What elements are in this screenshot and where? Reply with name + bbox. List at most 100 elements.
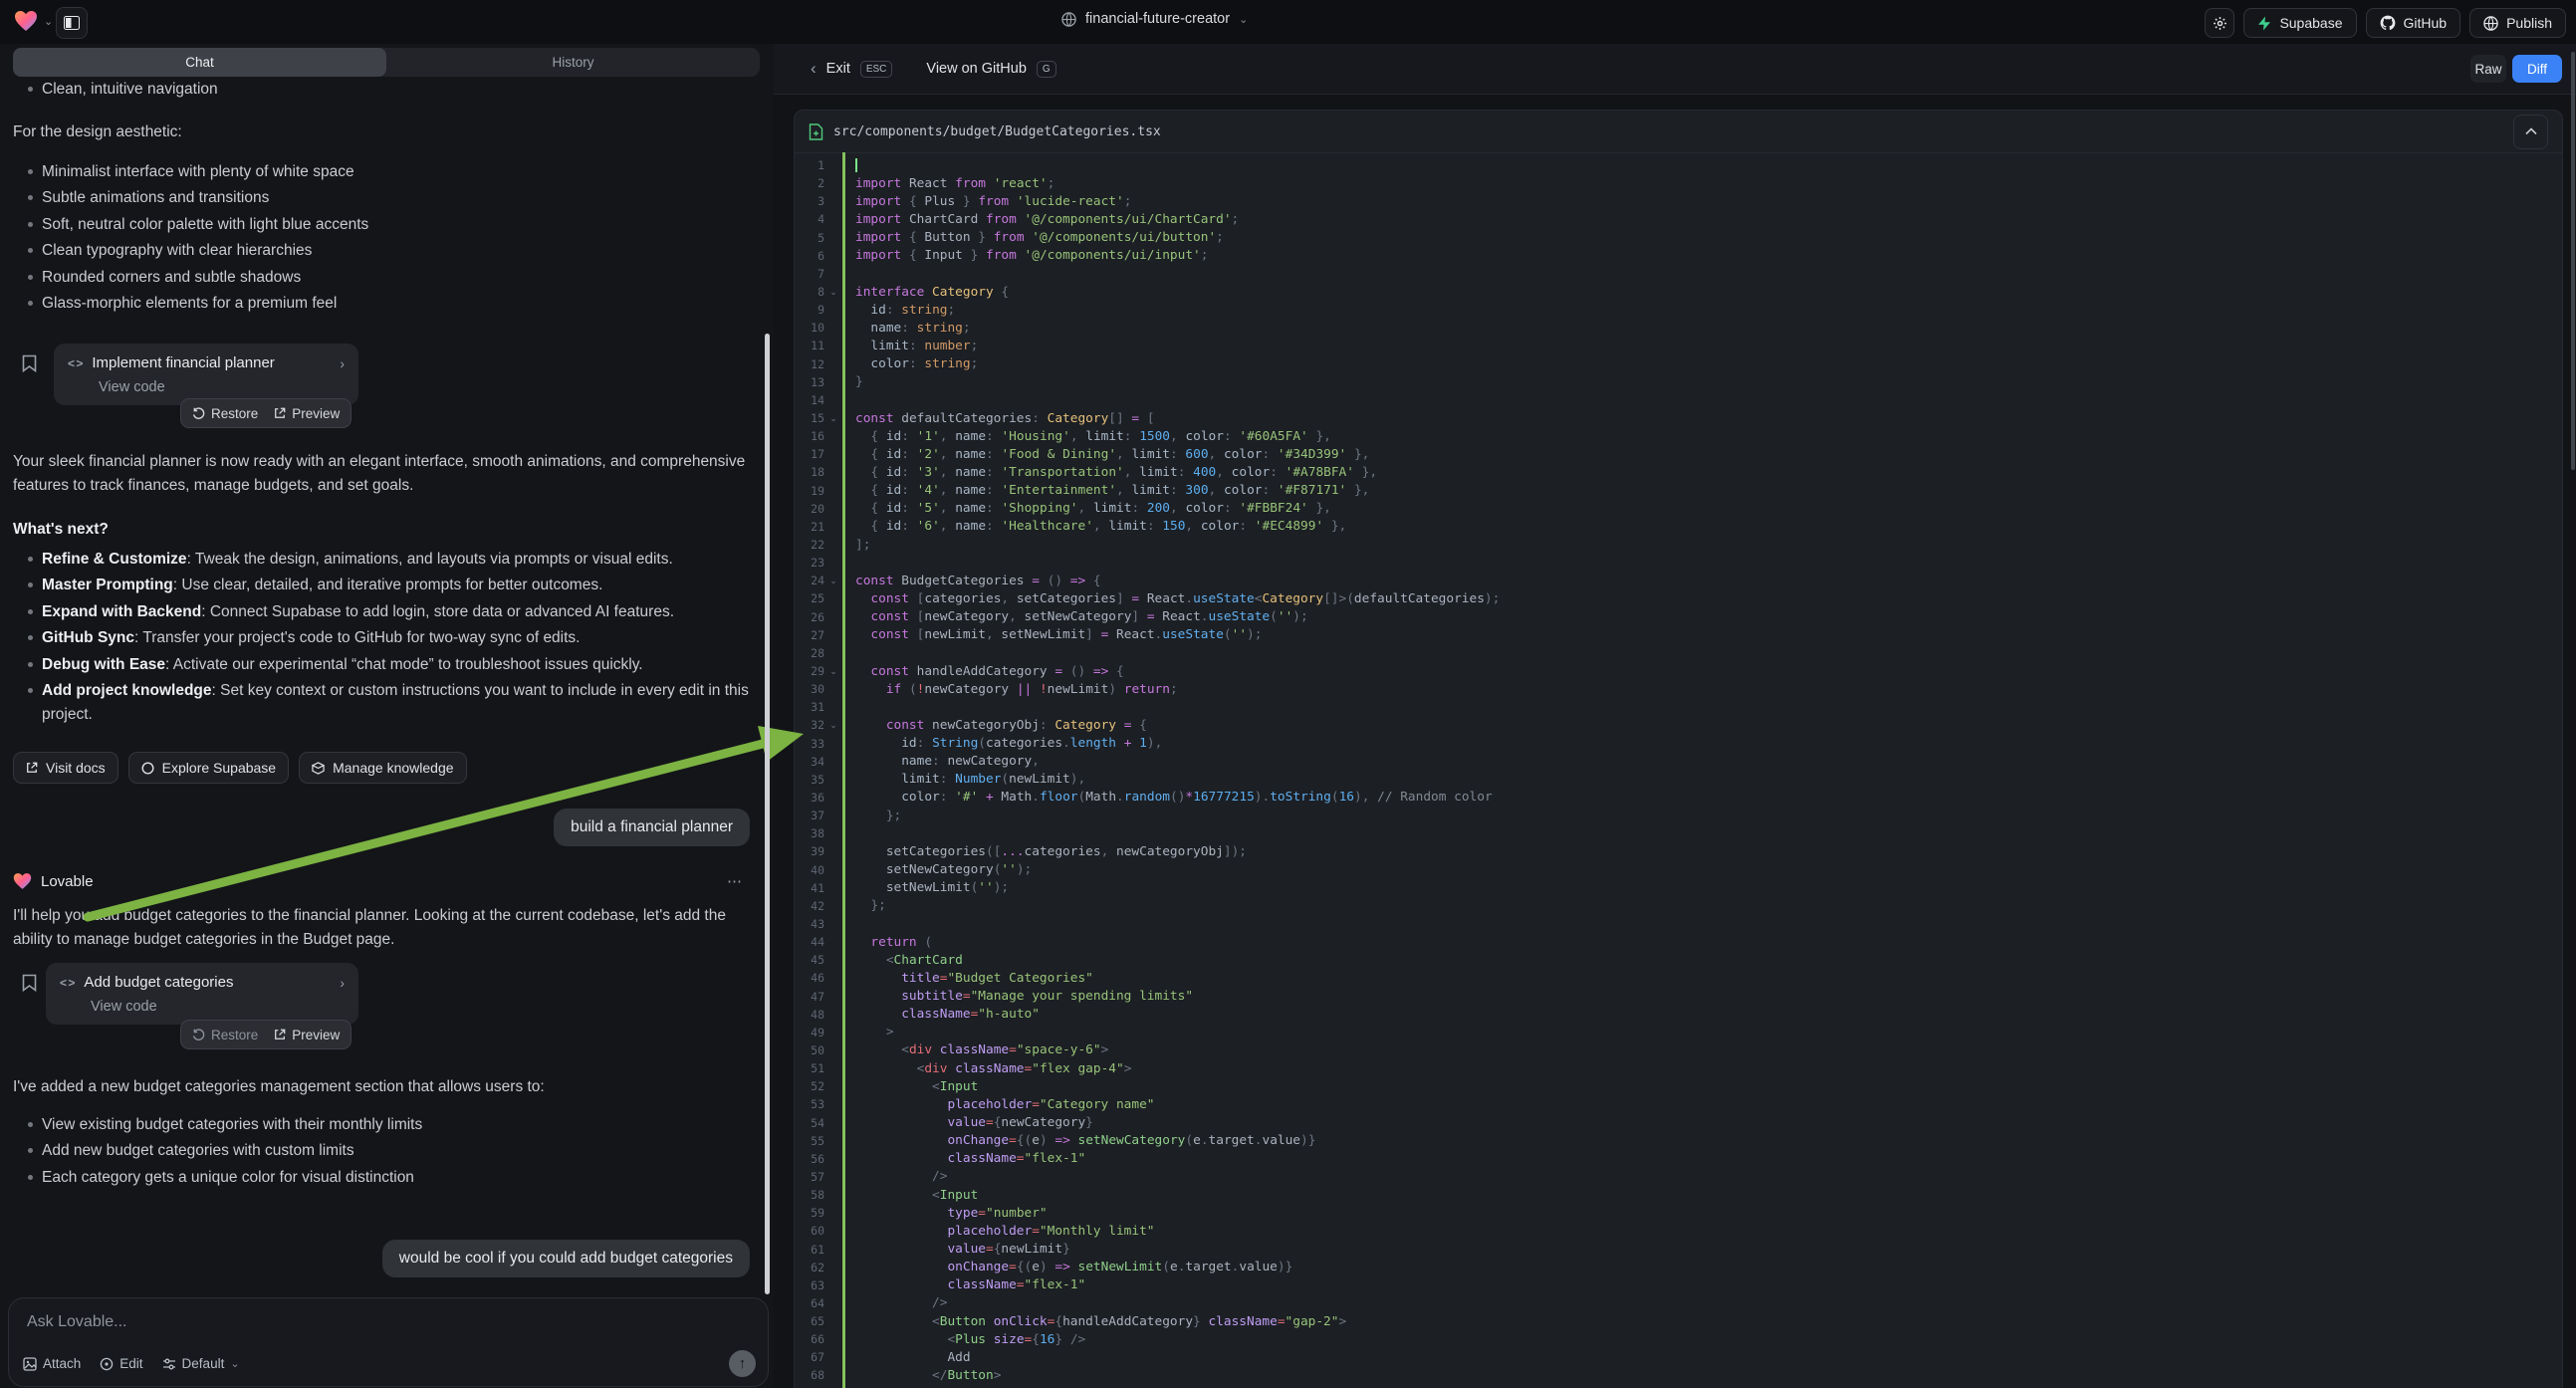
restore-button[interactable]: Restore bbox=[192, 406, 258, 421]
code-line: 15⌄const defaultCategories: Category[] =… bbox=[795, 409, 2562, 427]
line-number: 28 bbox=[795, 646, 824, 660]
user-message: would be cool if you could add budget ca… bbox=[382, 1240, 750, 1277]
restore-button[interactable]: Restore bbox=[192, 1028, 258, 1042]
preview-label: Preview bbox=[292, 406, 340, 421]
exit-button[interactable]: Exit bbox=[826, 61, 850, 77]
lovable-heart-icon bbox=[14, 10, 38, 32]
line-number: 2 bbox=[795, 176, 824, 190]
chat-panel: Chat History Clean, intuitive navigation… bbox=[0, 44, 774, 1388]
explore-supabase-label: Explore Supabase bbox=[162, 760, 276, 776]
code-line: 68 </Button> bbox=[795, 1366, 2562, 1384]
publish-label: Publish bbox=[2506, 15, 2552, 31]
restore-icon bbox=[192, 407, 205, 420]
code-line: 52 <Input bbox=[795, 1077, 2562, 1095]
line-number: 11 bbox=[795, 339, 824, 352]
fold-chevron-icon[interactable]: ⌄ bbox=[824, 576, 842, 585]
code-line: 21 { id: '6', name: 'Healthcare', limit:… bbox=[795, 518, 2562, 536]
code-line: 25 const [categories, setCategories] = R… bbox=[795, 589, 2562, 607]
attach-button[interactable]: Attach bbox=[23, 1356, 81, 1371]
line-number: 14 bbox=[795, 393, 824, 407]
code-editor[interactable]: 12import React from 'react';3import { Pl… bbox=[795, 152, 2562, 1388]
line-number: 23 bbox=[795, 556, 824, 570]
mode-label: Default bbox=[182, 1356, 225, 1371]
view-on-github-button[interactable]: View on GitHub bbox=[926, 61, 1026, 77]
assistant-header: Lovable ⋯ bbox=[13, 872, 744, 890]
collapse-file-button[interactable] bbox=[2513, 115, 2548, 149]
bookmark-icon[interactable] bbox=[22, 354, 37, 372]
code-line: 37 }; bbox=[795, 807, 2562, 824]
line-number: 52 bbox=[795, 1079, 824, 1093]
code-line: 19 { id: '4', name: 'Entertainment', lim… bbox=[795, 482, 2562, 500]
preview-button[interactable]: Preview bbox=[274, 406, 340, 421]
tab-chat[interactable]: Chat bbox=[13, 48, 386, 77]
item-lead: Expand with Backend bbox=[42, 603, 201, 620]
version-card-implement[interactable]: < > Implement financial planner › View c… bbox=[54, 344, 358, 405]
view-code-link[interactable]: View code bbox=[91, 999, 345, 1015]
list-item: Debug with Ease: Activate our experiment… bbox=[13, 653, 752, 676]
list-item: Rounded corners and subtle shadows bbox=[13, 266, 758, 289]
toggle-sidebar-button[interactable] bbox=[56, 7, 88, 39]
fold-chevron-icon[interactable]: ⌄ bbox=[824, 666, 842, 676]
code-line: 27 const [newLimit, setNewLimit] = React… bbox=[795, 626, 2562, 644]
bookmark-icon[interactable] bbox=[22, 974, 37, 992]
line-number: 68 bbox=[795, 1368, 824, 1382]
preview-button[interactable]: Preview bbox=[274, 1028, 340, 1042]
code-line: 58 <Input bbox=[795, 1186, 2562, 1204]
edit-button[interactable]: Edit bbox=[100, 1356, 142, 1371]
code-line: 45 <ChartCard bbox=[795, 951, 2562, 969]
item-rest: : Activate our experimental “chat mode” … bbox=[165, 656, 643, 673]
added-text: I've added a new budget categories manag… bbox=[13, 1075, 758, 1099]
publish-button[interactable]: Publish bbox=[2469, 8, 2566, 38]
code-line: 53 placeholder="Category name" bbox=[795, 1095, 2562, 1113]
version-card-add-budget[interactable]: < > Add budget categories › View code bbox=[46, 963, 358, 1025]
file-card-header[interactable]: src/components/budget/BudgetCategories.t… bbox=[795, 111, 2562, 153]
line-number: 3 bbox=[795, 194, 824, 208]
edit-label: Edit bbox=[119, 1356, 142, 1371]
chevron-left-icon: ‹ bbox=[811, 59, 817, 79]
ready-text: Your sleek financial planner is now read… bbox=[13, 450, 758, 497]
settings-button[interactable] bbox=[2205, 8, 2234, 38]
line-number: 35 bbox=[795, 773, 824, 787]
code-line: 13} bbox=[795, 373, 2562, 391]
item-rest: : Transfer your project's code to GitHub… bbox=[134, 629, 580, 646]
restore-preview-bar: Restore Preview bbox=[180, 1020, 351, 1049]
code-panel: ‹ Exit ESC View on GitHub G Raw Diff src… bbox=[774, 44, 2576, 1388]
chevron-down-icon: ⌄ bbox=[1239, 13, 1248, 26]
whats-next-title: What's next? bbox=[13, 518, 758, 542]
code-scrollbar-thumb[interactable] bbox=[2571, 52, 2575, 470]
list-item: Subtle animations and transitions bbox=[13, 186, 758, 209]
raw-toggle-button[interactable]: Raw bbox=[2470, 55, 2506, 83]
explore-supabase-button[interactable]: Explore Supabase bbox=[128, 752, 289, 784]
knowledge-box-icon bbox=[312, 762, 325, 775]
lovable-logo-menu[interactable]: ⌄ bbox=[14, 10, 53, 32]
tab-history[interactable]: History bbox=[386, 48, 760, 77]
manage-knowledge-button[interactable]: Manage knowledge bbox=[299, 752, 466, 784]
chevron-down-icon: ⌄ bbox=[44, 15, 53, 28]
line-number: 31 bbox=[795, 700, 824, 714]
project-selector[interactable]: financial-future-creator ⌄ bbox=[1061, 11, 1248, 27]
chat-input[interactable] bbox=[25, 1308, 752, 1336]
code-line: 50 <div className="space-y-6"> bbox=[795, 1041, 2562, 1059]
github-button[interactable]: GitHub bbox=[2366, 8, 2461, 38]
fold-chevron-icon[interactable]: ⌄ bbox=[824, 413, 842, 423]
supabase-button[interactable]: Supabase bbox=[2243, 8, 2356, 38]
visit-docs-button[interactable]: Visit docs bbox=[13, 752, 118, 784]
send-button[interactable]: ↑ bbox=[729, 1350, 756, 1377]
line-number: 20 bbox=[795, 502, 824, 516]
fold-chevron-icon[interactable]: ⌄ bbox=[824, 720, 842, 730]
mode-selector[interactable]: Default ⌄ bbox=[162, 1356, 240, 1371]
code-line: 8⌄interface Category { bbox=[795, 283, 2562, 301]
message-menu-button[interactable]: ⋯ bbox=[727, 872, 744, 890]
composer: Attach Edit Default ⌄ bbox=[8, 1297, 769, 1387]
fold-chevron-icon[interactable]: ⌄ bbox=[824, 287, 842, 297]
code-line: 42 }; bbox=[795, 897, 2562, 915]
view-code-link[interactable]: View code bbox=[99, 379, 345, 395]
version-card-title: Add budget categories bbox=[84, 974, 233, 991]
code-line: 47 subtitle="Manage your spending limits… bbox=[795, 987, 2562, 1005]
list-item: Refine & Customize: Tweak the design, an… bbox=[13, 548, 752, 571]
diff-toggle-button[interactable]: Diff bbox=[2512, 55, 2562, 83]
line-number: 59 bbox=[795, 1206, 824, 1220]
code-line: 56 className="flex-1" bbox=[795, 1150, 2562, 1168]
supabase-label: Supabase bbox=[2279, 15, 2342, 31]
chat-scrollbar-thumb[interactable] bbox=[765, 334, 770, 1294]
